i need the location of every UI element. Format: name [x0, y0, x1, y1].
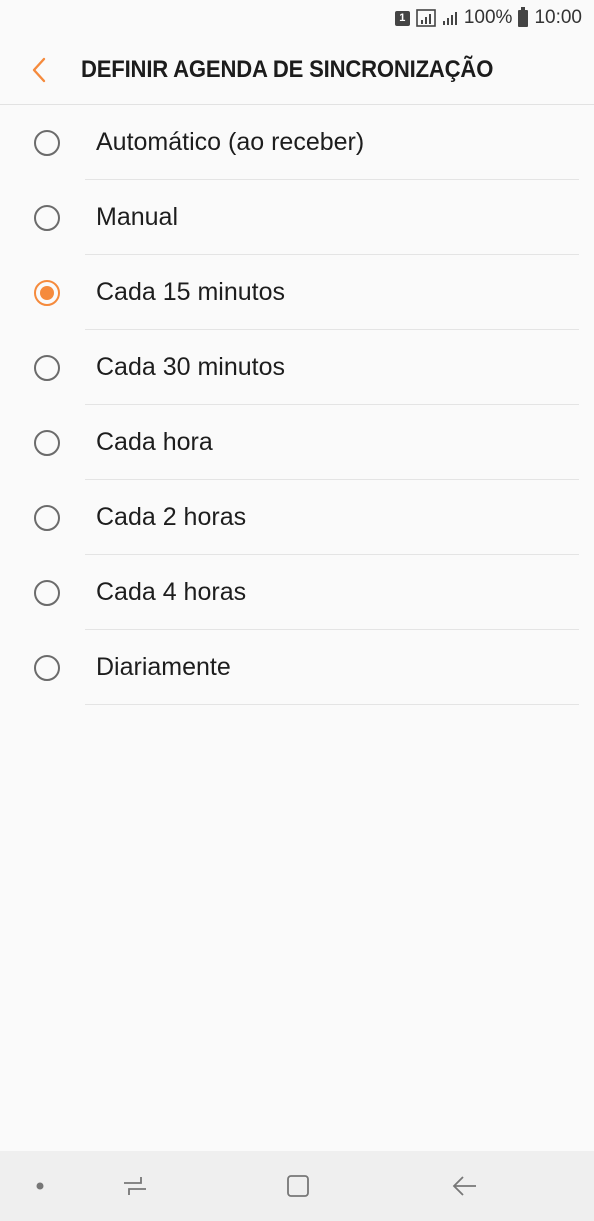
option-every-15-minutes[interactable]: Cada 15 minutos — [0, 255, 594, 330]
option-daily[interactable]: Diariamente — [0, 630, 594, 705]
navigation-bar — [0, 1151, 594, 1221]
option-label: Cada 4 horas — [96, 578, 247, 606]
radio-button[interactable] — [34, 504, 60, 531]
radio-button[interactable] — [34, 204, 60, 231]
screen: 1 100% 10:00 DEFINIR AGENDA DE SINCRONIZ… — [0, 0, 594, 1221]
clock: 10:00 — [534, 7, 582, 28]
back-arrow-icon — [452, 1176, 476, 1196]
option-every-2-hours[interactable]: Cada 2 horas — [0, 480, 594, 555]
page-title: DEFINIR AGENDA DE SINCRONIZAÇÃO — [81, 56, 494, 83]
option-every-30-minutes[interactable]: Cada 30 minutos — [0, 330, 594, 405]
radio-button[interactable] — [34, 579, 60, 606]
radio-button-selected[interactable] — [34, 279, 60, 306]
option-every-4-hours[interactable]: Cada 4 horas — [0, 555, 594, 630]
back-button[interactable] — [0, 36, 78, 104]
home-button[interactable] — [263, 1151, 333, 1221]
status-bar: 1 100% 10:00 — [0, 0, 594, 36]
option-every-hour[interactable]: Cada hora — [0, 405, 594, 480]
option-label: Cada hora — [96, 428, 213, 456]
app-bar: DEFINIR AGENDA DE SINCRONIZAÇÃO — [0, 36, 594, 105]
nav-dot-button[interactable] — [20, 1151, 60, 1221]
radio-button[interactable] — [34, 654, 60, 681]
option-label: Cada 30 minutos — [96, 353, 286, 381]
recents-button[interactable] — [100, 1151, 170, 1221]
recents-icon — [124, 1177, 146, 1195]
option-label: Cada 15 minutos — [96, 278, 286, 306]
radio-button[interactable] — [34, 354, 60, 381]
radio-button[interactable] — [34, 429, 60, 456]
option-label: Diariamente — [96, 653, 231, 681]
signal-bars-icon — [442, 10, 458, 26]
battery-percent: 100% — [463, 7, 513, 28]
option-automatic[interactable]: Automático (ao receber) — [0, 105, 594, 180]
dot-icon — [36, 1182, 44, 1190]
sim-icon: 1 — [394, 10, 410, 26]
option-manual[interactable]: Manual — [0, 180, 594, 255]
back-nav-button[interactable] — [430, 1151, 500, 1221]
sync-schedule-list: Automático (ao receber) Manual Cada 15 m… — [0, 105, 594, 705]
option-label: Cada 2 horas — [96, 503, 247, 531]
signal-box-icon — [416, 9, 436, 27]
home-icon — [287, 1175, 309, 1197]
battery-icon — [518, 6, 529, 27]
option-label: Automático (ao receber) — [96, 128, 365, 156]
chevron-left-icon — [32, 57, 45, 83]
radio-button[interactable] — [34, 129, 60, 156]
option-label: Manual — [96, 203, 178, 231]
